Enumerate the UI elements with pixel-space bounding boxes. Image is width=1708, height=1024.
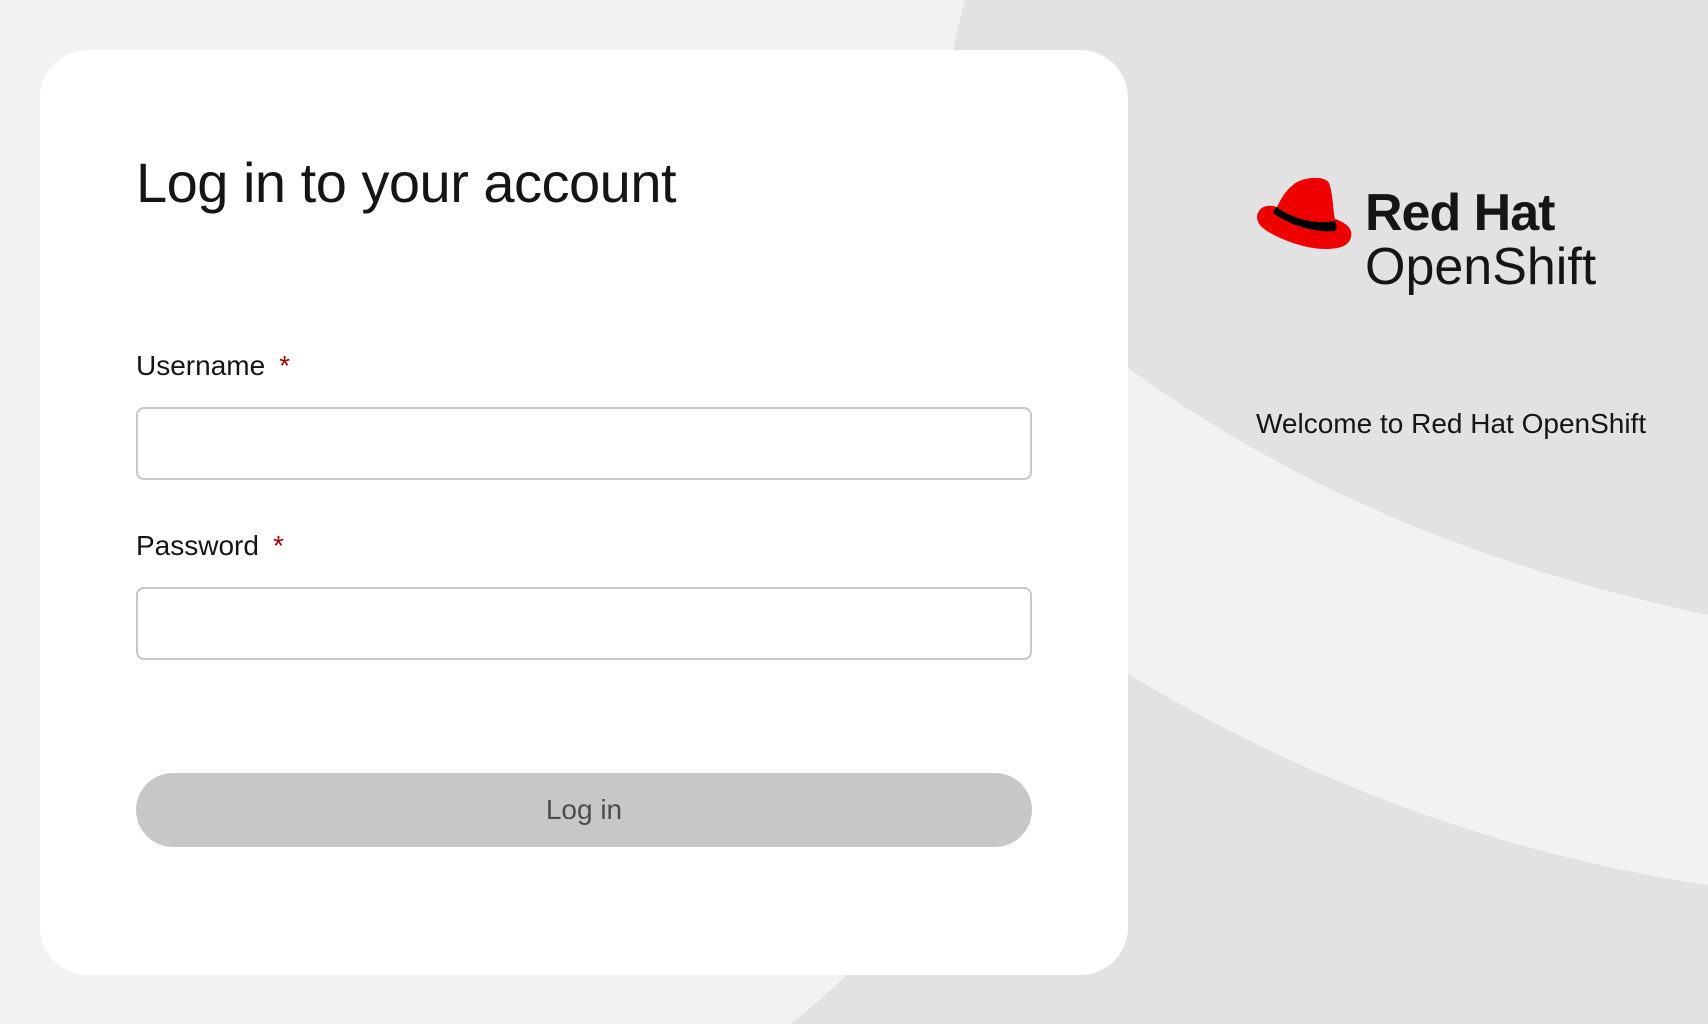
brand-logo: Red Hat OpenShift bbox=[1255, 175, 1655, 305]
required-marker: * bbox=[272, 530, 284, 561]
password-label-text: Password bbox=[136, 530, 259, 561]
brand-name-line1: Red Hat bbox=[1365, 184, 1555, 242]
password-label: Password * bbox=[136, 530, 284, 562]
page-title: Log in to your account bbox=[136, 151, 677, 214]
welcome-text: Welcome to Red Hat OpenShift bbox=[1256, 408, 1647, 439]
brand-name-line2: OpenShift bbox=[1365, 238, 1597, 296]
username-input[interactable] bbox=[136, 407, 1032, 480]
password-input[interactable] bbox=[136, 587, 1032, 660]
required-marker: * bbox=[279, 350, 291, 381]
username-label-text: Username bbox=[136, 350, 266, 381]
login-button[interactable]: Log in bbox=[136, 773, 1032, 847]
username-label: Username * bbox=[136, 350, 290, 382]
login-card: Log in to your account Username * Passwor… bbox=[40, 50, 1128, 975]
red-hat-fedora-icon bbox=[1257, 177, 1352, 249]
